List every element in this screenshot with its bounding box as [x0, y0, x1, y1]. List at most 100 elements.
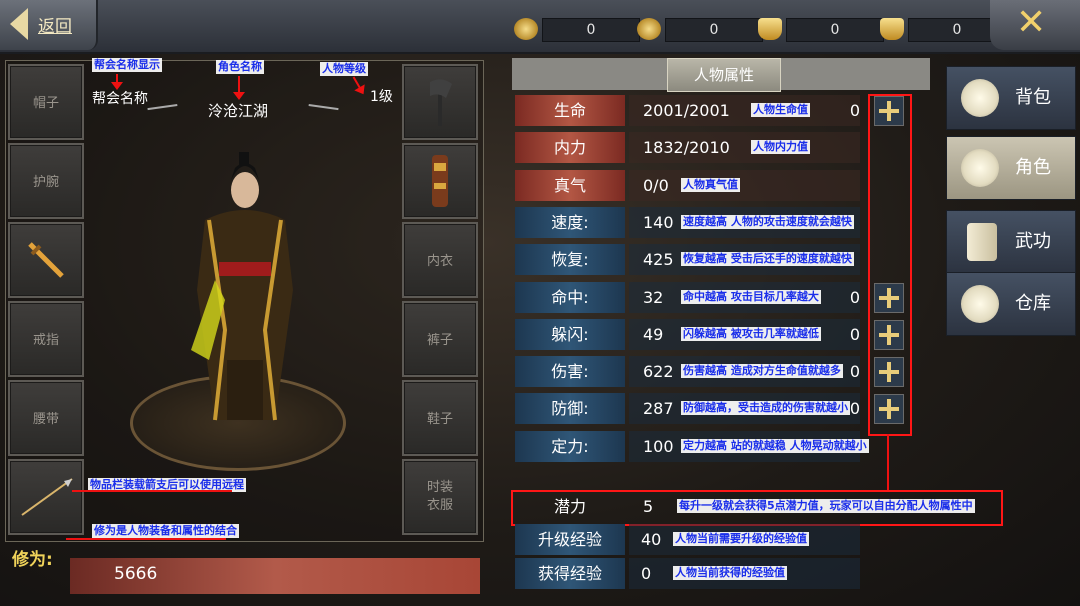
slot-label: 时装 衣服 [426, 480, 453, 513]
gained-exp-cell: 0 人物当前获得的经验值 [629, 558, 860, 589]
slot-label: 鞋子 [426, 412, 453, 427]
attribute-row: 真气 0/0 人物真气值 [515, 170, 860, 201]
attribute-note: 命中越高 攻击目标几率越大 [681, 290, 821, 304]
gold-ingot-icon [758, 18, 782, 40]
attribute-note: 定力越高 站的就越稳 人物晃动就越小 [681, 439, 869, 453]
gem-ingot-icon [880, 18, 904, 40]
attribute-value: 32 [643, 288, 664, 307]
upgrade-exp-note: 人物当前需要升级的经验值 [673, 532, 809, 546]
slot-arrow[interactable] [8, 459, 84, 535]
back-arrow-icon [10, 8, 28, 40]
attribute-row: 定力: 100 定力越高 站的就越稳 人物晃动就越小 [515, 431, 869, 462]
slot-label: 帽子 [32, 96, 59, 111]
slot-pants[interactable]: 裤子 [402, 301, 478, 377]
attribute-row: 防御: 287 防御越高，受击造成的伤害就越小 0 [515, 393, 860, 424]
attribute-note: 伤害越高 造成对方生命值就越多 [681, 364, 843, 378]
annotation-line [887, 434, 889, 490]
attribute-value: 2001/2001 [643, 101, 730, 120]
slot-label: 护腕 [32, 175, 59, 190]
upgrade-exp-cell: 40 人物当前需要升级的经验值 [629, 524, 860, 555]
attribute-points: 0 [849, 325, 860, 344]
annotation-arrow [233, 76, 245, 100]
attribute-name: 伤害: [515, 356, 625, 387]
slot-label: 内衣 [426, 254, 453, 269]
xiuwei-bar: 5666 [70, 558, 480, 594]
copper-coin-icon [514, 18, 538, 40]
annotation-arrow [111, 74, 123, 90]
character-level: 1级 [370, 89, 393, 105]
annotation-guild: 帮会名称显示 [92, 58, 162, 72]
annotation-underline [66, 538, 226, 540]
close-x-icon: ✕ [1016, 2, 1047, 43]
attribute-points: 0 [849, 288, 860, 307]
slot-weapon[interactable] [8, 222, 84, 298]
attribute-name: 生命 [515, 95, 625, 126]
attribute-note: 人物真气值 [681, 178, 740, 192]
guild-name: 帮会名称 [92, 91, 148, 107]
attribute-note: 恢复越高 受击后还手的速度就越快 [681, 252, 854, 266]
upgrade-exp-row: 升级经验 40 人物当前需要升级的经验值 [515, 524, 860, 555]
slot-hat[interactable]: 帽子 [8, 64, 84, 140]
slot-fashion[interactable]: 时装 衣服 [402, 459, 478, 535]
xiuwei-label: 修为: [12, 550, 53, 570]
gained-exp-note: 人物当前获得的经验值 [673, 566, 787, 580]
back-button[interactable]: 返回 [0, 0, 98, 50]
attribute-note: 速度越高 人物的攻击速度就会越快 [681, 215, 854, 229]
attribute-row: 生命 2001/2001 人物生命值 0 [515, 95, 860, 126]
slot-offhand[interactable] [402, 64, 478, 140]
attribute-note: 闪躲越高 被攻击几率就越低 [681, 327, 821, 341]
attribute-row: 速度: 140 速度越高 人物的攻击速度就会越快 [515, 207, 860, 238]
upgrade-exp-value: 40 [641, 530, 662, 549]
tab-martial-arts[interactable]: 武功 [946, 210, 1076, 274]
attribute-value-cell: 100 定力越高 站的就越稳 人物晃动就越小 [629, 431, 869, 462]
attribute-name: 定力: [515, 431, 625, 462]
tab-storage[interactable]: 仓库 [946, 272, 1076, 336]
arrow-item-icon [21, 478, 73, 516]
attribute-value-cell: 49 闪躲越高 被攻击几率就越低 0 [629, 319, 860, 350]
slot-label: 腰带 [32, 412, 59, 427]
gained-exp-name: 获得经验 [515, 558, 625, 589]
tab-label: 武功 [1015, 231, 1051, 252]
attribute-points: 0 [849, 362, 860, 381]
attribute-note: 防御越高，受击造成的伤害就越小 [681, 401, 850, 415]
bag-icon [961, 79, 999, 117]
slot-belt[interactable]: 腰带 [8, 380, 84, 456]
attribute-name: 躲闪: [515, 319, 625, 350]
slot-shoes[interactable]: 鞋子 [402, 380, 478, 456]
character-model [191, 152, 293, 421]
silver-coin-icon [637, 18, 661, 40]
attribute-name: 恢复: [515, 244, 625, 275]
slot-bracer[interactable]: 护腕 [8, 143, 84, 219]
slot-label: 戒指 [32, 333, 59, 348]
attribute-row: 恢复: 425 恢复越高 受击后还手的速度就越快 [515, 244, 860, 275]
close-button[interactable]: ✕ [990, 0, 1080, 50]
character-icon [961, 149, 999, 187]
attribute-name: 速度: [515, 207, 625, 238]
attribute-name: 防御: [515, 393, 625, 424]
slot-armor[interactable] [402, 143, 478, 219]
attribute-value: 140 [643, 213, 674, 232]
tab-character[interactable]: 角色 [946, 136, 1076, 200]
slot-ring[interactable]: 戒指 [8, 301, 84, 377]
attribute-value-cell: 622 伤害越高 造成对方生命值就越多 0 [629, 356, 860, 387]
attribute-value-cell: 0/0 人物真气值 [629, 170, 860, 201]
slot-underwear[interactable]: 内衣 [402, 222, 478, 298]
attribute-value-cell: 1832/2010 人物内力值 [629, 132, 860, 163]
back-label: 返回 [38, 17, 72, 37]
attribute-name: 真气 [515, 170, 625, 201]
attribute-value-cell: 140 速度越高 人物的攻击速度就会越快 [629, 207, 860, 238]
attribute-value: 1832/2010 [643, 138, 730, 157]
xiuwei-value: 5666 [114, 564, 158, 584]
tab-bag[interactable]: 背包 [946, 66, 1076, 130]
axe-icon [430, 79, 452, 126]
currency-value: 0 [542, 18, 640, 42]
tab-label: 背包 [1015, 87, 1051, 108]
annotation-level: 人物等级 [320, 62, 368, 76]
annotation-underline [72, 490, 232, 492]
attribute-value-cell: 425 恢复越高 受击后还手的速度就越快 [629, 244, 860, 275]
attribute-value: 287 [643, 399, 674, 418]
attribute-row: 命中: 32 命中越高 攻击目标几率越大 0 [515, 282, 860, 313]
tab-label: 仓库 [1015, 293, 1051, 314]
currency-value: 0 [786, 18, 884, 42]
attribute-points: 0 [849, 399, 860, 418]
